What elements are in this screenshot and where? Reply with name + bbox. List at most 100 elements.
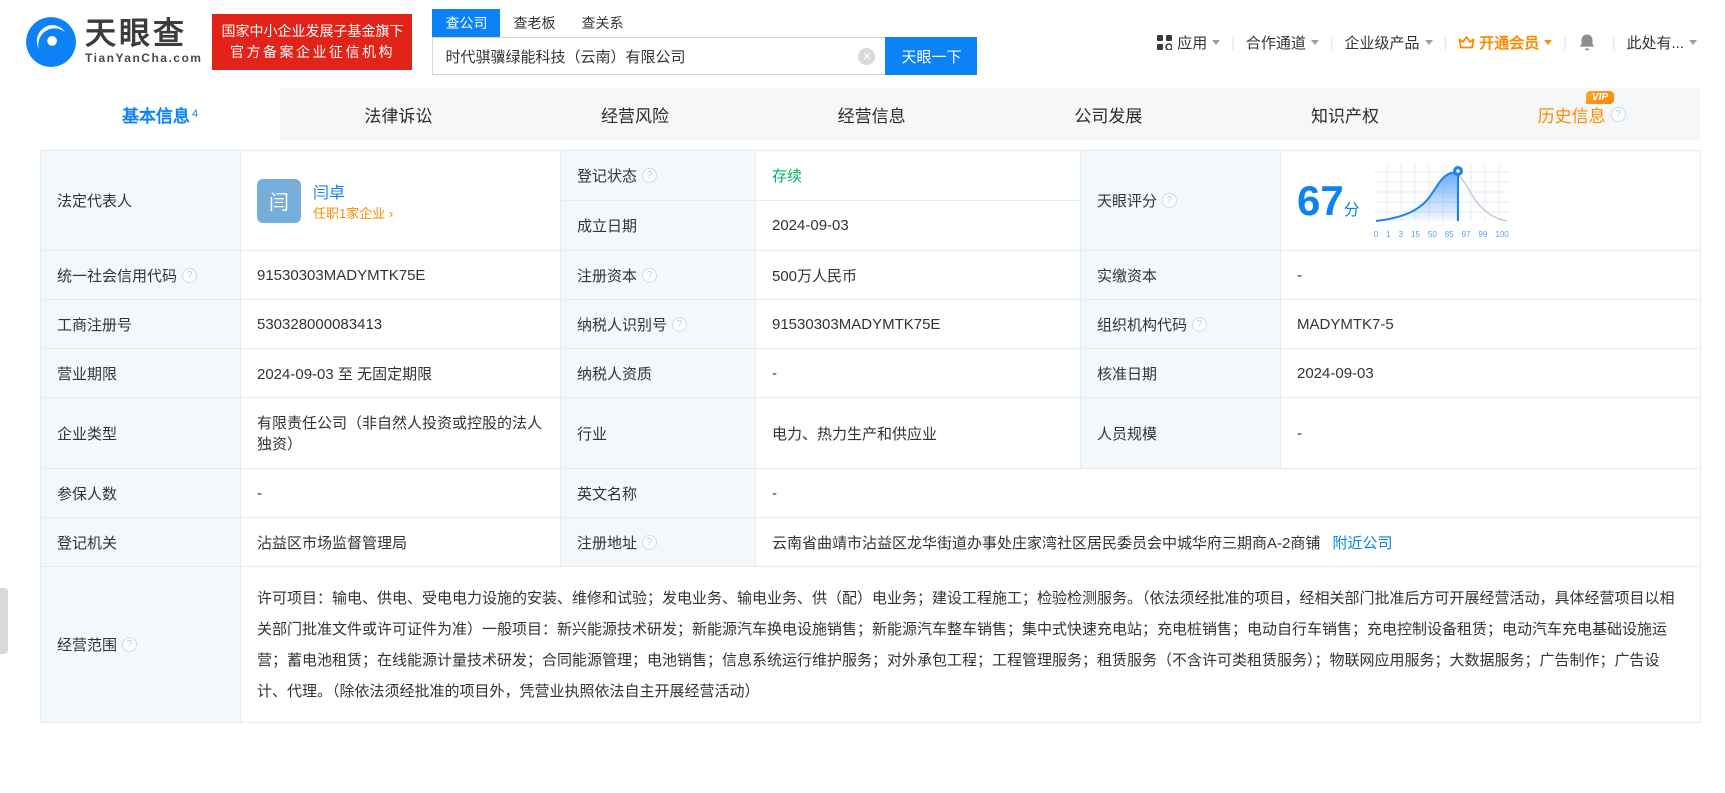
field-label-reg-number: 工商注册号: [40, 299, 241, 349]
help-icon[interactable]: ?: [642, 267, 658, 283]
field-label-paid-capital: 实缴资本: [1080, 250, 1281, 300]
tianyancha-logo[interactable]: 天眼查 TianYanCha.com: [25, 16, 202, 68]
reg-capital-value: 500万人民币: [755, 250, 1081, 300]
help-icon[interactable]: ?: [1162, 193, 1178, 208]
logo-brand-text: 天眼查: [85, 16, 187, 51]
approval-date-value: 2024-09-03: [1280, 348, 1701, 398]
nav-partner-channel[interactable]: 合作通道: [1246, 32, 1319, 53]
paid-capital-value: -: [1280, 250, 1701, 300]
nav-divider: |: [1611, 34, 1616, 50]
score-unit: 分: [1343, 201, 1360, 219]
tab-count-badge: 4: [191, 108, 199, 120]
staff-size-value: -: [1280, 397, 1701, 469]
chevron-down-icon: [1310, 39, 1319, 45]
search-tab-boss[interactable]: 查老板: [500, 9, 568, 37]
field-label-insured-count: 参保人数: [40, 468, 241, 518]
field-label-reg-capital: 注册资本?: [560, 250, 756, 300]
nav-user-account[interactable]: 此处有...: [1626, 32, 1697, 53]
tab-label: 历史信息: [1537, 106, 1606, 126]
chevron-down-icon: [1424, 39, 1433, 45]
field-label-reg-status: 登记状态?: [560, 150, 756, 201]
search-input[interactable]: [433, 38, 886, 74]
label-text: 经营范围: [57, 637, 118, 654]
notification-bell-icon[interactable]: [1578, 33, 1596, 52]
vip-badge: VIP: [1585, 91, 1615, 104]
app-grid-icon: [1157, 34, 1173, 50]
help-icon[interactable]: ?: [182, 267, 198, 283]
business-term-value: 2024-09-03 至 无固定期限: [240, 348, 561, 398]
score-distribution-chart: 0 1 3 15 50 85 97 99 100: [1373, 163, 1512, 239]
badge-line2: 官方备案企业征信机构: [229, 44, 395, 60]
company-info-table: 法定代表人 闫 闫卓 任职1家企业 › 登记状态? 存续 天眼评分? 67分 0…: [40, 150, 1701, 723]
legal-rep-avatar[interactable]: 闫: [257, 178, 301, 223]
est-date-value: 2024-09-03: [755, 200, 1081, 251]
label-text: 纳税人识别号: [577, 316, 668, 334]
nav-divider: |: [1443, 34, 1448, 50]
tab-operation-risk[interactable]: 经营风险: [517, 88, 754, 140]
nav-divider: |: [1563, 34, 1567, 50]
help-icon[interactable]: ?: [642, 168, 658, 183]
field-label-taxpayer-quality: 纳税人资质: [560, 348, 756, 398]
chevron-down-icon: [1544, 39, 1553, 45]
tab-operation-info[interactable]: 经营信息: [753, 88, 990, 140]
left-scrollbar-handle[interactable]: [0, 588, 8, 654]
company-type-value: 有限责任公司（非自然人投资或控股的法人独资）: [240, 397, 561, 469]
nearby-companies-link[interactable]: 附近公司: [1333, 535, 1393, 552]
nav-open-vip[interactable]: 开通会员: [1458, 32, 1553, 53]
help-icon[interactable]: ?: [1610, 106, 1626, 122]
nav-apps[interactable]: 应用: [1157, 32, 1221, 53]
taxpayer-id-value: 91530303MADYMTK75E: [755, 299, 1081, 349]
reg-status-value: 存续: [755, 150, 1081, 201]
legal-rep-name-link[interactable]: 闫卓: [313, 185, 345, 202]
search-type-tabs: 查公司 查老板 查关系: [432, 9, 977, 37]
nav-divider: |: [1329, 34, 1334, 50]
help-icon[interactable]: ?: [1192, 316, 1208, 332]
industry-value: 电力、热力生产和供应业: [755, 397, 1081, 469]
field-label-reg-address: 注册地址?: [560, 517, 756, 567]
org-code-value: MADYMTK7-5: [1280, 299, 1701, 349]
tab-basic-info[interactable]: 基本信息 4: [40, 88, 280, 140]
search-tab-company[interactable]: 查公司: [432, 9, 501, 37]
field-label-industry: 行业: [560, 397, 756, 469]
tab-label: 经营信息: [837, 106, 906, 126]
tab-legal-proceedings[interactable]: 法律诉讼: [280, 88, 517, 140]
top-navigation: 应用 | 合作通道 | 企业级产品 | 开通会员 | | 此处有...: [1157, 32, 1697, 53]
reg-number-value: 530328000083413: [240, 299, 561, 349]
tab-intellectual-property[interactable]: 知识产权: [1227, 88, 1464, 140]
nav-vip-label: 开通会员: [1479, 34, 1540, 52]
tab-label: 法律诉讼: [364, 106, 433, 126]
tab-label: 公司发展: [1074, 106, 1143, 126]
score-value: 67: [1297, 176, 1344, 224]
label-text: 组织机构代码: [1097, 316, 1188, 334]
field-label-approval-date: 核准日期: [1080, 348, 1281, 398]
field-label-reg-authority: 登记机关: [40, 517, 241, 567]
tab-company-development[interactable]: 公司发展: [990, 88, 1227, 140]
legal-rep-positions-link[interactable]: 任职1家企业 ›: [313, 206, 393, 221]
search-button[interactable]: 天眼一下: [885, 37, 978, 75]
help-icon[interactable]: ?: [672, 316, 688, 332]
status-text: 存续: [772, 168, 803, 185]
badge-line1: 国家中小企业发展子基金旗下: [221, 23, 404, 39]
insured-count-value: -: [240, 468, 561, 518]
tab-label: 经营风险: [601, 106, 669, 126]
score-cell: 67分 0 1 3 15 50 85 97 99 100: [1280, 150, 1701, 251]
gov-certification-badge: 国家中小企业发展子基金旗下 官方备案企业征信机构: [212, 14, 413, 70]
nav-partner-label: 合作通道: [1245, 34, 1306, 52]
chevron-down-icon: [1212, 39, 1221, 45]
business-scope-value: 许可项目：输电、供电、受电电力设施的安装、维修和试验；发电业务、输电业务、供（配…: [240, 566, 1701, 723]
nav-divider: |: [1231, 34, 1235, 50]
nav-enterprise-label: 企业级产品: [1344, 34, 1420, 52]
nav-apps-label: 应用: [1177, 34, 1208, 52]
help-icon[interactable]: ?: [642, 534, 658, 550]
search-tab-relation[interactable]: 查关系: [568, 9, 636, 37]
business-scope-text: 许可项目：输电、供电、受电电力设施的安装、维修和试验；发电业务、输电业务、供（配…: [257, 589, 1675, 700]
help-icon[interactable]: ?: [122, 637, 138, 652]
field-label-taxpayer-id: 纳税人识别号?: [560, 299, 756, 349]
nav-enterprise-products[interactable]: 企业级产品: [1345, 32, 1433, 53]
label-text: 天眼评分: [1097, 193, 1158, 210]
field-label-english-name: 英文名称: [560, 468, 756, 518]
reg-address-value: 云南省曲靖市沾益区龙华街道办事处庄家湾社区居民委员会中城华府三期商A-2商铺: [772, 534, 1321, 552]
search-area: 查公司 查老板 查关系 ✕ 天眼一下: [432, 9, 978, 75]
clear-search-icon[interactable]: ✕: [858, 47, 876, 65]
tab-history-info[interactable]: VIP 历史信息 ?: [1463, 88, 1700, 140]
